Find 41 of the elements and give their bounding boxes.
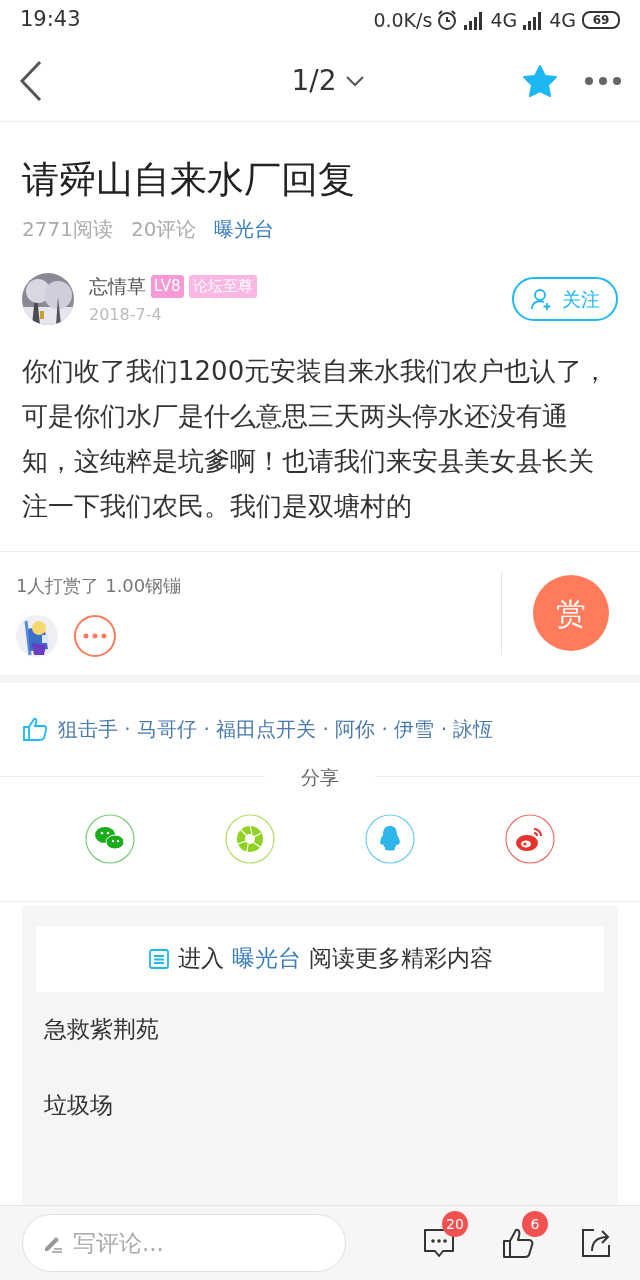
network-type: 4G xyxy=(549,7,576,33)
page-selector[interactable]: 1/2 xyxy=(291,59,365,102)
share-icon[interactable] xyxy=(580,1227,612,1259)
list-icon xyxy=(147,947,170,970)
post-date: 2018-7-4 xyxy=(89,303,163,326)
network-speed: 0.0K/s xyxy=(373,7,433,33)
related-post[interactable]: 垃圾场 xyxy=(44,1088,113,1123)
rank-tag: 论坛至尊 xyxy=(188,275,257,298)
alarm-clock-icon xyxy=(436,9,459,31)
status-time: 19:43 xyxy=(20,6,81,34)
reward-summary: 1人打赏了 1.00钢镚 xyxy=(16,573,183,598)
related-post[interactable]: 急救紫荆苑 xyxy=(44,1012,159,1047)
comment-count: 20评论 xyxy=(130,216,197,243)
star-icon[interactable] xyxy=(522,63,558,98)
likers-list: 狙击手 · 马哥仔 · 福田点开关 · 阿你 · 伊雪 · 詠恆 xyxy=(58,714,494,744)
more-icon[interactable] xyxy=(584,75,622,86)
board-link[interactable]: 曝光台 xyxy=(214,214,275,244)
post-title: 请舜山自来水厂回复 xyxy=(22,157,356,203)
board-link[interactable]: 曝光台 xyxy=(231,941,301,976)
comment-icon[interactable] xyxy=(422,1227,456,1259)
battery-indicator: 69 xyxy=(582,11,620,29)
network-type: 4G xyxy=(490,7,518,33)
penguin-icon[interactable] xyxy=(365,813,415,864)
more-icon xyxy=(83,632,107,639)
author-name[interactable]: 忘情草 xyxy=(89,272,146,301)
back-icon[interactable] xyxy=(18,59,44,102)
eye-logo-icon[interactable] xyxy=(505,813,555,864)
more-rewarders-button[interactable] xyxy=(74,614,116,657)
more-prompt-prefix: 进入 xyxy=(177,944,224,974)
add-user-icon xyxy=(530,287,554,312)
comment-field[interactable]: 写评论... xyxy=(22,1214,346,1272)
caret-icon xyxy=(344,74,365,87)
level-tag: LV8 xyxy=(151,275,184,298)
comment-count-badge: 20 xyxy=(442,1211,468,1237)
thumbs-up-icon xyxy=(22,716,48,742)
chat-bubbles-icon[interactable] xyxy=(85,813,135,864)
read-count: 2771阅读 xyxy=(22,216,113,243)
more-prompt-suffix: 阅读更多精彩内容 xyxy=(308,944,493,974)
post-body: 你们收了我们1200元安装自来水我们农户也认了，可是你们水厂是什么意思三天两头停水还没有通知，这纯粹是坑爹啊！也请我们来安县美女县长关注一下我们农民。我们是双塘村的 xyxy=(22,354,610,523)
like-count-badge: 6 xyxy=(522,1211,548,1237)
thumbs-up-icon[interactable] xyxy=(502,1227,534,1259)
